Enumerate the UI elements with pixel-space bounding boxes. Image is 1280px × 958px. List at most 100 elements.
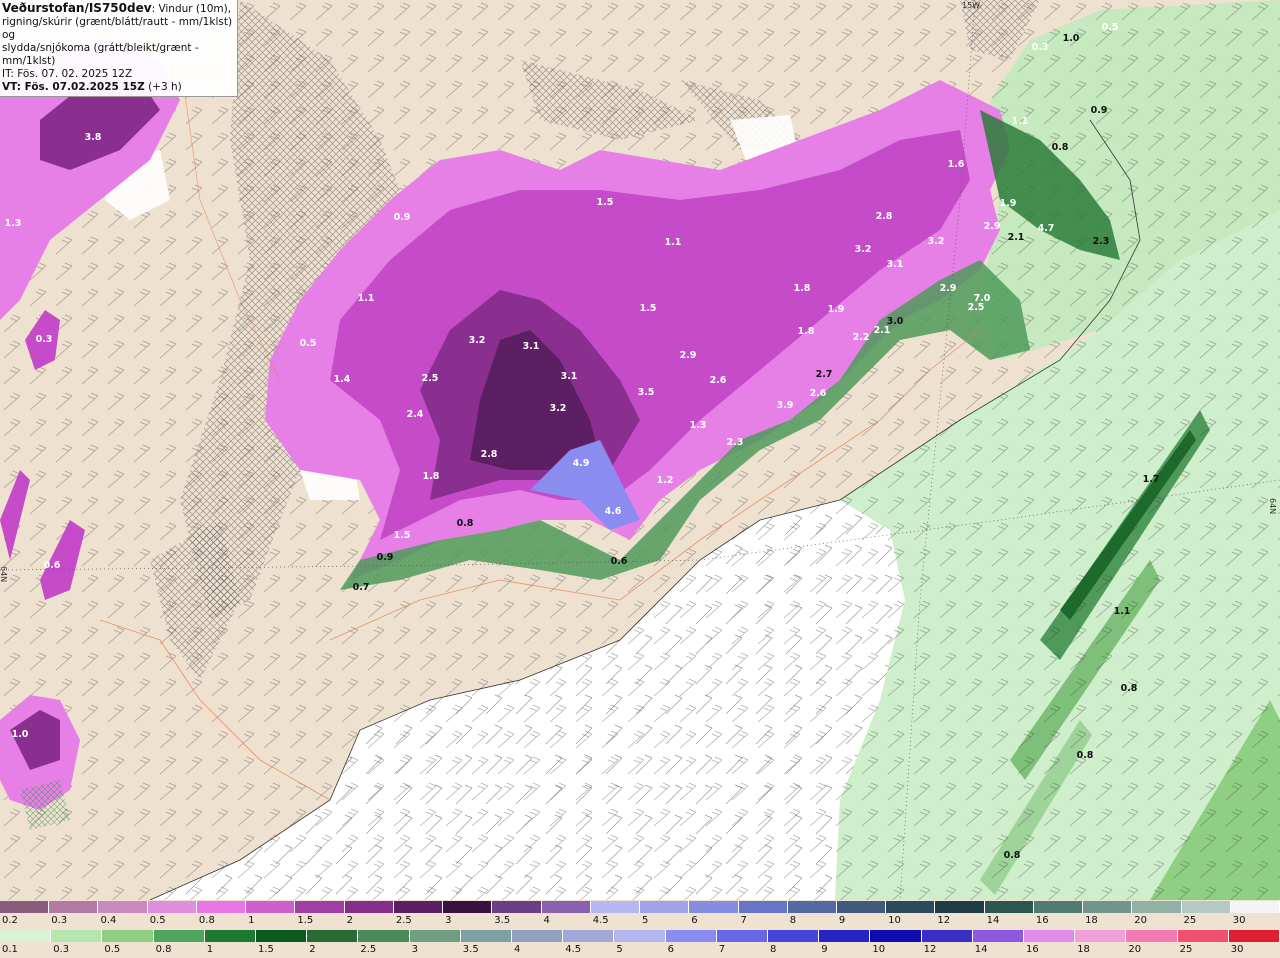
legend-label: 2 [346, 915, 353, 926]
legend-label: 0.2 [2, 915, 18, 926]
map-value-label: 3.9 [777, 400, 794, 411]
legend-swatch [1230, 901, 1280, 913]
legend-label: 0.1 [2, 944, 18, 955]
legend-label: 12 [937, 915, 951, 926]
legend-label: 0.3 [51, 915, 68, 926]
legend-label: 1.5 [297, 915, 314, 926]
legend-label: 1 [206, 944, 214, 955]
legend-label: 7 [718, 944, 726, 955]
map-value-label: 1.8 [794, 283, 811, 294]
legend-swatch [102, 930, 154, 942]
map-value-label: 1.0 [12, 729, 29, 740]
legend-label: 6 [667, 944, 674, 955]
map-desc-1: : Vindur (10m), [151, 3, 232, 15]
legend-swatch [49, 901, 99, 913]
map-value-label: 2.1 [1008, 232, 1025, 243]
legend-snow-labels: 0.2 0.3 0.4 0.5 0.8 1 1.5 2 2.5 3 3.5 4 4.5 5 6 7 8 9 10 12… [0, 915, 1280, 929]
legend-label: 0.3 [53, 944, 70, 955]
map-desc-3: slydda/snjókoma (grátt/bleikt/grænt - mm… [2, 42, 199, 67]
legend-swatch [768, 930, 820, 942]
map-value-label: 1.8 [423, 471, 440, 482]
legend-swatch [344, 901, 394, 913]
legend-label: 2 [309, 944, 316, 955]
map-value-label: 3.2 [550, 403, 567, 414]
legend-label: 30 [1230, 944, 1244, 955]
legend-label: 20 [1128, 944, 1142, 955]
legend-label: 5 [616, 944, 623, 955]
map-value-label: 0.3 [1032, 42, 1049, 53]
map-value-label: 1.1 [1012, 116, 1029, 127]
legend-swatch [1177, 930, 1229, 942]
legend-label: 0.5 [104, 944, 121, 955]
legend-label: 18 [1085, 915, 1098, 926]
legend-swatch [246, 901, 296, 913]
map-desc-2: rigning/skúrir (grænt/blátt/rautt - mm/1… [2, 16, 233, 41]
map-value-label: 0.3 [36, 334, 53, 345]
map-value-label: 1.8 [798, 326, 815, 337]
legend-swatch [153, 930, 205, 942]
legend-swatch [204, 930, 257, 942]
legend-label: 16 [1035, 915, 1049, 926]
legend-label: 1 [248, 915, 255, 926]
map-value-label: 1.7 [1143, 474, 1160, 485]
map-value-label: 0.6 [44, 560, 61, 571]
legend-label: 3.5 [494, 915, 511, 926]
map-value-label: 3.8 [85, 132, 102, 143]
legend-swatch [295, 901, 345, 913]
legend-label: 1.5 [258, 944, 274, 955]
map-value-label: 0.6 [611, 556, 628, 567]
map-value-label: 0.9 [1091, 105, 1108, 116]
legend-swatch [870, 930, 922, 942]
legend-swatch [935, 901, 985, 913]
legend-label: 4.5 [565, 944, 582, 955]
legend-swatch [196, 901, 247, 913]
map-value-label: 1.3 [690, 420, 707, 431]
legend-swatch [984, 901, 1034, 913]
map-value-label: 3.2 [855, 244, 872, 255]
map-title: Veðurstofan/IS750dev [2, 1, 152, 15]
legend-swatch [1228, 930, 1280, 942]
legend-label: 14 [986, 915, 1000, 926]
map-value-label: 4.6 [605, 506, 622, 517]
map-value-label: 3.1 [523, 341, 540, 352]
map-value-label: 1.9 [828, 304, 845, 315]
legend-swatch [1033, 901, 1084, 913]
legend-swatch [1075, 930, 1127, 942]
map-value-label: 2.6 [810, 388, 827, 399]
map-value-label: 0.8 [1077, 750, 1094, 761]
map-value-label: 0.8 [457, 518, 474, 529]
legend-swatch [1132, 901, 1182, 913]
map-value-label: 0.5 [1102, 22, 1119, 33]
map-value-label: 1.1 [1114, 606, 1131, 617]
legend-label: 3 [411, 944, 418, 955]
legend-swatch [563, 930, 615, 942]
legend-swatch [541, 901, 591, 913]
legend-swatch [1181, 901, 1231, 913]
legend-swatch [836, 901, 887, 913]
legend-label: 16 [1026, 944, 1039, 955]
legend-label: 3 [445, 915, 452, 926]
legend-swatch [640, 901, 690, 913]
legend-swatch [590, 901, 641, 913]
legend-label: 0.8 [155, 944, 172, 955]
legend-swatch [921, 930, 973, 942]
map-value-label: 2.3 [1093, 236, 1110, 247]
legend-swatch [256, 930, 308, 942]
legend-label: 3.5 [462, 944, 479, 955]
legend-label: 4.5 [592, 915, 609, 926]
legend-label: 0.8 [198, 915, 215, 926]
legend-label: 12 [923, 944, 937, 955]
map-value-label: 2.9 [984, 221, 1001, 232]
legend-swatch [886, 901, 936, 913]
legend-swatch [147, 901, 197, 913]
legend-label: 25 [1183, 915, 1197, 926]
map-value-label: 3.0 [887, 316, 904, 327]
legend-label: 14 [974, 944, 988, 955]
map-value-label: 1.3 [5, 218, 22, 229]
map-value-label: 2.4 [407, 409, 424, 420]
legend-swatch [819, 930, 871, 942]
map-value-label: 3.5 [638, 387, 655, 398]
legend-label: 0.5 [149, 915, 166, 926]
legend-label: 5 [642, 915, 649, 926]
map-value-label: 2.9 [940, 283, 957, 294]
